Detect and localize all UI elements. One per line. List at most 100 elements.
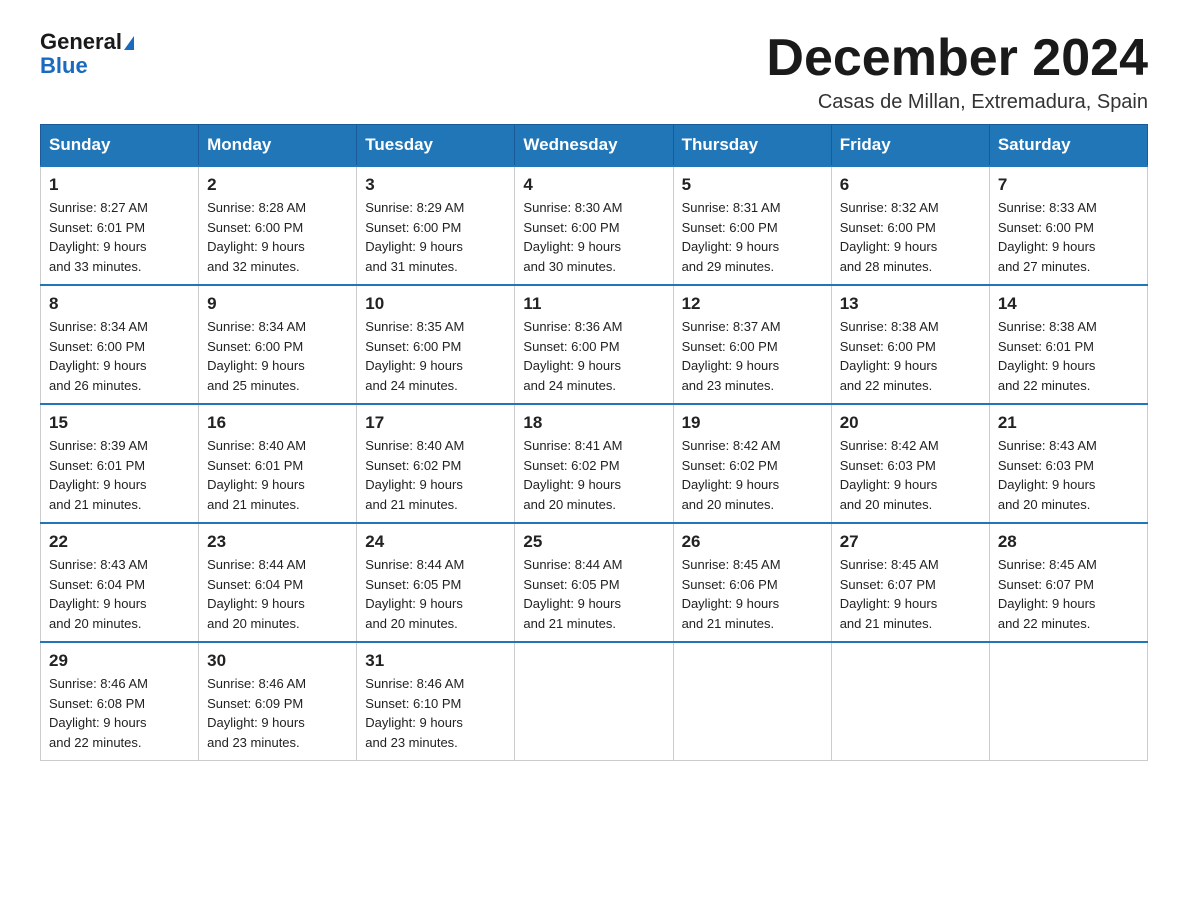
day-info: Sunrise: 8:44 AMSunset: 6:05 PMDaylight:…: [523, 555, 664, 633]
day-number: 22: [49, 532, 190, 552]
day-number: 13: [840, 294, 981, 314]
day-number: 12: [682, 294, 823, 314]
day-number: 23: [207, 532, 348, 552]
day-info: Sunrise: 8:40 AMSunset: 6:01 PMDaylight:…: [207, 436, 348, 514]
calendar-day-cell: [515, 642, 673, 761]
day-number: 17: [365, 413, 506, 433]
day-info: Sunrise: 8:27 AMSunset: 6:01 PMDaylight:…: [49, 198, 190, 276]
day-number: 8: [49, 294, 190, 314]
day-info: Sunrise: 8:46 AMSunset: 6:08 PMDaylight:…: [49, 674, 190, 752]
calendar-day-cell: 15 Sunrise: 8:39 AMSunset: 6:01 PMDayligh…: [41, 404, 199, 523]
day-number: 29: [49, 651, 190, 671]
calendar-day-cell: [673, 642, 831, 761]
calendar-day-cell: 28 Sunrise: 8:45 AMSunset: 6:07 PMDayligh…: [989, 523, 1147, 642]
day-number: 25: [523, 532, 664, 552]
day-info: Sunrise: 8:30 AMSunset: 6:00 PMDaylight:…: [523, 198, 664, 276]
day-info: Sunrise: 8:45 AMSunset: 6:07 PMDaylight:…: [998, 555, 1139, 633]
day-info: Sunrise: 8:36 AMSunset: 6:00 PMDaylight:…: [523, 317, 664, 395]
day-number: 11: [523, 294, 664, 314]
day-number: 14: [998, 294, 1139, 314]
logo-general-text: General: [40, 29, 122, 54]
calendar-header-row: SundayMondayTuesdayWednesdayThursdayFrid…: [41, 125, 1148, 167]
day-info: Sunrise: 8:39 AMSunset: 6:01 PMDaylight:…: [49, 436, 190, 514]
day-info: Sunrise: 8:43 AMSunset: 6:04 PMDaylight:…: [49, 555, 190, 633]
day-number: 4: [523, 175, 664, 195]
calendar-day-cell: 9Sunrise: 8:34 AMSunset: 6:00 PMDaylight…: [199, 285, 357, 404]
calendar-day-cell: 1 Sunrise: 8:27 AMSunset: 6:01 PMDaylight…: [41, 166, 199, 285]
day-info: Sunrise: 8:46 AMSunset: 6:10 PMDaylight:…: [365, 674, 506, 752]
day-info: Sunrise: 8:45 AMSunset: 6:06 PMDaylight:…: [682, 555, 823, 633]
day-number: 1: [49, 175, 190, 195]
calendar-day-cell: 17 Sunrise: 8:40 AMSunset: 6:02 PMDayligh…: [357, 404, 515, 523]
day-info: Sunrise: 8:38 AMSunset: 6:00 PMDaylight:…: [840, 317, 981, 395]
logo-blue-text: Blue: [40, 54, 134, 78]
day-info: Sunrise: 8:28 AMSunset: 6:00 PMDaylight:…: [207, 198, 348, 276]
calendar-day-cell: 7 Sunrise: 8:33 AMSunset: 6:00 PMDaylight…: [989, 166, 1147, 285]
calendar-day-cell: 31 Sunrise: 8:46 AMSunset: 6:10 PMDayligh…: [357, 642, 515, 761]
calendar-day-header: Sunday: [41, 125, 199, 167]
calendar-day-header: Wednesday: [515, 125, 673, 167]
day-number: 9: [207, 294, 348, 314]
day-info: Sunrise: 8:44 AMSunset: 6:05 PMDaylight:…: [365, 555, 506, 633]
calendar-day-cell: [989, 642, 1147, 761]
day-number: 7: [998, 175, 1139, 195]
calendar-day-cell: 25 Sunrise: 8:44 AMSunset: 6:05 PMDayligh…: [515, 523, 673, 642]
calendar-day-cell: 8Sunrise: 8:34 AMSunset: 6:00 PMDaylight…: [41, 285, 199, 404]
day-number: 21: [998, 413, 1139, 433]
day-info: Sunrise: 8:45 AMSunset: 6:07 PMDaylight:…: [840, 555, 981, 633]
day-info: Sunrise: 8:42 AMSunset: 6:02 PMDaylight:…: [682, 436, 823, 514]
day-info: Sunrise: 8:38 AMSunset: 6:01 PMDaylight:…: [998, 317, 1139, 395]
calendar-day-cell: 5Sunrise: 8:31 AMSunset: 6:00 PMDaylight…: [673, 166, 831, 285]
day-info: Sunrise: 8:43 AMSunset: 6:03 PMDaylight:…: [998, 436, 1139, 514]
calendar-day-cell: 4 Sunrise: 8:30 AMSunset: 6:00 PMDaylight…: [515, 166, 673, 285]
day-number: 28: [998, 532, 1139, 552]
day-info: Sunrise: 8:35 AMSunset: 6:00 PMDaylight:…: [365, 317, 506, 395]
day-info: Sunrise: 8:41 AMSunset: 6:02 PMDaylight:…: [523, 436, 664, 514]
day-info: Sunrise: 8:37 AMSunset: 6:00 PMDaylight:…: [682, 317, 823, 395]
calendar-day-cell: 12 Sunrise: 8:37 AMSunset: 6:00 PMDayligh…: [673, 285, 831, 404]
calendar-day-cell: 23 Sunrise: 8:44 AMSunset: 6:04 PMDayligh…: [199, 523, 357, 642]
day-info: Sunrise: 8:33 AMSunset: 6:00 PMDaylight:…: [998, 198, 1139, 276]
day-number: 26: [682, 532, 823, 552]
day-info: Sunrise: 8:46 AMSunset: 6:09 PMDaylight:…: [207, 674, 348, 752]
title-block: December 2024 Casas de Millan, Extremadu…: [766, 30, 1148, 114]
calendar-day-header: Saturday: [989, 125, 1147, 167]
page-title: December 2024: [766, 30, 1148, 87]
day-info: Sunrise: 8:44 AMSunset: 6:04 PMDaylight:…: [207, 555, 348, 633]
calendar-table: SundayMondayTuesdayWednesdayThursdayFrid…: [40, 124, 1148, 761]
day-info: Sunrise: 8:42 AMSunset: 6:03 PMDaylight:…: [840, 436, 981, 514]
day-number: 10: [365, 294, 506, 314]
calendar-day-cell: 27Sunrise: 8:45 AMSunset: 6:07 PMDayligh…: [831, 523, 989, 642]
day-number: 15: [49, 413, 190, 433]
day-number: 3: [365, 175, 506, 195]
day-number: 6: [840, 175, 981, 195]
day-number: 5: [682, 175, 823, 195]
logo: General Blue: [40, 30, 134, 78]
day-number: 30: [207, 651, 348, 671]
calendar-day-cell: 13 Sunrise: 8:38 AMSunset: 6:00 PMDayligh…: [831, 285, 989, 404]
logo-triangle-icon: [124, 36, 134, 50]
calendar-day-cell: 18Sunrise: 8:41 AMSunset: 6:02 PMDayligh…: [515, 404, 673, 523]
day-number: 16: [207, 413, 348, 433]
calendar-day-cell: 19 Sunrise: 8:42 AMSunset: 6:02 PMDayligh…: [673, 404, 831, 523]
day-number: 31: [365, 651, 506, 671]
calendar-day-cell: 3 Sunrise: 8:29 AMSunset: 6:00 PMDaylight…: [357, 166, 515, 285]
page-subtitle: Casas de Millan, Extremadura, Spain: [766, 91, 1148, 114]
calendar-day-cell: 21 Sunrise: 8:43 AMSunset: 6:03 PMDayligh…: [989, 404, 1147, 523]
day-number: 24: [365, 532, 506, 552]
day-info: Sunrise: 8:32 AMSunset: 6:00 PMDaylight:…: [840, 198, 981, 276]
day-number: 19: [682, 413, 823, 433]
calendar-day-cell: 14 Sunrise: 8:38 AMSunset: 6:01 PMDayligh…: [989, 285, 1147, 404]
calendar-day-cell: 20Sunrise: 8:42 AMSunset: 6:03 PMDayligh…: [831, 404, 989, 523]
calendar-week-row: 15 Sunrise: 8:39 AMSunset: 6:01 PMDayligh…: [41, 404, 1148, 523]
calendar-day-cell: 6 Sunrise: 8:32 AMSunset: 6:00 PMDaylight…: [831, 166, 989, 285]
day-number: 2: [207, 175, 348, 195]
calendar-week-row: 8Sunrise: 8:34 AMSunset: 6:00 PMDaylight…: [41, 285, 1148, 404]
calendar-day-header: Monday: [199, 125, 357, 167]
day-info: Sunrise: 8:40 AMSunset: 6:02 PMDaylight:…: [365, 436, 506, 514]
calendar-week-row: 22 Sunrise: 8:43 AMSunset: 6:04 PMDayligh…: [41, 523, 1148, 642]
page-header: General Blue December 2024 Casas de Mill…: [40, 30, 1148, 114]
day-info: Sunrise: 8:29 AMSunset: 6:00 PMDaylight:…: [365, 198, 506, 276]
calendar-day-cell: 30 Sunrise: 8:46 AMSunset: 6:09 PMDayligh…: [199, 642, 357, 761]
calendar-week-row: 1 Sunrise: 8:27 AMSunset: 6:01 PMDaylight…: [41, 166, 1148, 285]
